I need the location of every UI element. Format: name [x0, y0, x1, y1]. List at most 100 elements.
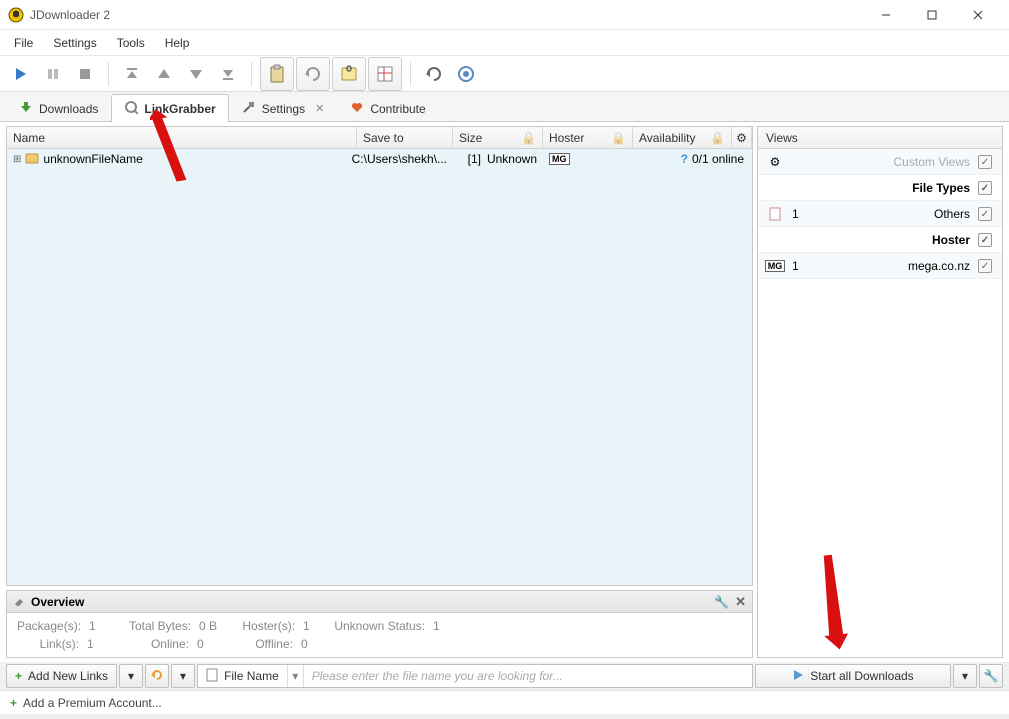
start-all-downloads-button[interactable]: Start all Downloads	[755, 664, 951, 688]
maximize-button[interactable]	[909, 0, 955, 30]
move-down-button[interactable]	[181, 59, 211, 89]
titlebar: JDownloader 2	[0, 0, 1009, 30]
overview-panel: Overview 🔧 ✕ Package(s): 1 Total Bytes: …	[6, 590, 753, 658]
lock-icon: 🔒	[611, 131, 626, 145]
close-button[interactable]	[955, 0, 1001, 30]
add-icon: +	[15, 669, 22, 683]
row-saveto: C:\Users\shekh\...	[352, 152, 447, 166]
row-size: Unknown	[487, 152, 537, 166]
wrench-icon[interactable]: 🔧	[714, 595, 729, 609]
linkgrabber-icon	[124, 100, 138, 117]
checkbox[interactable]	[978, 181, 992, 195]
ov-online-label: Online:	[109, 637, 189, 651]
move-bottom-button[interactable]	[213, 59, 243, 89]
restore-button[interactable]	[145, 664, 169, 688]
table-header: Name Save to Size🔒 Hoster🔒 Availability🔒…	[7, 127, 752, 149]
menu-file[interactable]: File	[4, 32, 43, 54]
restore-icon	[150, 668, 164, 685]
bottom-bar: + Add New Links ▾ ▾ File Name ▾ Start al…	[0, 662, 1009, 690]
search-mode-dropdown[interactable]: ▾	[288, 665, 304, 687]
tab-linkgrabber[interactable]: LinkGrabber	[111, 94, 228, 122]
col-saveto[interactable]: Save to	[357, 127, 453, 148]
tab-downloads-label: Downloads	[39, 102, 98, 116]
heart-icon	[350, 100, 364, 117]
add-new-links-button[interactable]: + Add New Links	[6, 664, 117, 688]
minimize-button[interactable]	[863, 0, 909, 30]
checkbox[interactable]	[978, 233, 992, 247]
search-field: File Name ▾	[197, 664, 753, 688]
ov-totalbytes-label: Total Bytes:	[111, 619, 191, 633]
stop-button[interactable]	[70, 59, 100, 89]
views-hoster-header: Hoster	[758, 227, 1002, 253]
menu-help[interactable]: Help	[155, 32, 200, 54]
views-mega-row[interactable]: MG 1 mega.co.nz	[758, 253, 1002, 279]
search-input[interactable]	[304, 669, 752, 683]
ov-packages-label: Package(s):	[17, 619, 81, 633]
menu-settings[interactable]: Settings	[43, 32, 106, 54]
reconnect-button[interactable]	[419, 59, 449, 89]
overview-title: Overview	[31, 595, 84, 609]
col-hoster[interactable]: Hoster🔒	[543, 127, 633, 148]
ov-totalbytes: 0 B	[199, 619, 225, 633]
ov-links: 1	[87, 637, 101, 651]
tab-settings[interactable]: Settings ✕	[229, 94, 338, 122]
move-top-button[interactable]	[117, 59, 147, 89]
col-availability[interactable]: Availability🔒	[633, 127, 732, 148]
hoster-badge: MG	[549, 153, 570, 165]
close-overview-icon[interactable]: ✕	[735, 594, 746, 610]
views-custom-row[interactable]: ⚙ Custom Views	[758, 149, 1002, 175]
ov-links-label: Link(s):	[17, 637, 79, 651]
restore-dropdown-button[interactable]: ▾	[171, 664, 195, 688]
chevron-down-icon: ▾	[180, 669, 186, 683]
hoster-icon: MG	[766, 260, 784, 272]
close-tab-icon[interactable]: ✕	[315, 102, 324, 115]
chevron-down-icon: ▾	[128, 669, 134, 683]
table-row[interactable]: ⊞ unknownFileName C:\Users\shekh\... [1]…	[7, 149, 752, 169]
gear-icon: ⚙	[736, 131, 747, 145]
wrench-icon[interactable]	[13, 594, 25, 609]
window-title: JDownloader 2	[30, 8, 863, 22]
row-name: unknownFileName	[43, 152, 142, 166]
pause-button[interactable]	[38, 59, 68, 89]
checkbox[interactable]	[978, 155, 992, 169]
file-icon	[766, 207, 784, 221]
premium-toggle-button[interactable]	[332, 57, 366, 91]
col-name[interactable]: Name	[7, 127, 357, 148]
views-others-row[interactable]: 1 Others	[758, 201, 1002, 227]
views-panel: Views ⚙ Custom Views File Types 1 Others…	[757, 126, 1003, 658]
row-availability: 0/1 online	[692, 152, 744, 166]
add-dropdown-button[interactable]: ▾	[119, 664, 143, 688]
settings-icon	[242, 100, 256, 117]
premium-text: Add a Premium Account...	[23, 696, 162, 710]
toolbar	[0, 56, 1009, 92]
download-icon	[19, 100, 33, 117]
clipboard-monitor-button[interactable]	[260, 57, 294, 91]
play-icon	[792, 669, 804, 684]
tab-contribute[interactable]: Contribute	[337, 94, 438, 122]
ov-online: 0	[197, 637, 223, 651]
config-button[interactable]: 🔧	[979, 664, 1003, 688]
premium-bar[interactable]: + Add a Premium Account...	[0, 690, 1009, 714]
play-button[interactable]	[6, 59, 36, 89]
tab-linkgrabber-label: LinkGrabber	[144, 102, 215, 116]
tab-downloads[interactable]: Downloads	[6, 94, 111, 122]
col-size[interactable]: Size🔒	[453, 127, 543, 148]
col-config-button[interactable]: ⚙	[732, 127, 752, 148]
row-count: [1]	[468, 152, 481, 166]
lock-icon: 🔒	[521, 131, 536, 145]
chunks-button[interactable]	[368, 57, 402, 91]
views-title: Views	[758, 127, 1002, 149]
move-up-button[interactable]	[149, 59, 179, 89]
chevron-down-icon: ▾	[962, 669, 968, 683]
tab-contribute-label: Contribute	[370, 102, 425, 116]
checkbox[interactable]	[978, 207, 992, 221]
menu-tools[interactable]: Tools	[107, 32, 155, 54]
auto-reconnect-button[interactable]	[296, 57, 330, 91]
checkbox[interactable]	[978, 259, 992, 273]
menubar: File Settings Tools Help	[0, 30, 1009, 56]
start-dropdown-button[interactable]: ▾	[953, 664, 977, 688]
expand-icon[interactable]: ⊞	[13, 154, 21, 165]
search-mode-label: File Name	[224, 669, 279, 683]
update-button[interactable]	[451, 59, 481, 89]
package-icon	[25, 152, 39, 167]
